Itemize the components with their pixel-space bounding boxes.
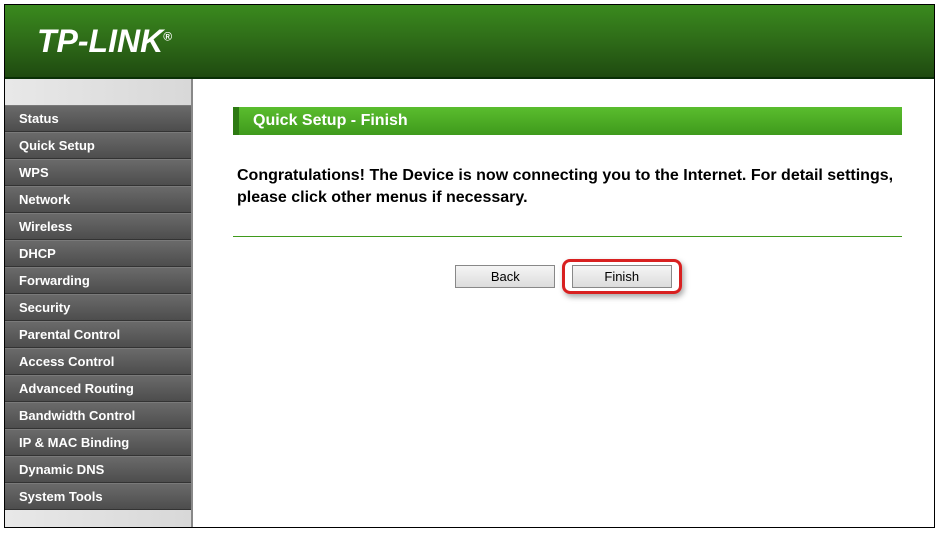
sidebar-item-wps[interactable]: WPS (5, 159, 191, 186)
sidebar-item-ip-mac-binding[interactable]: IP & MAC Binding (5, 429, 191, 456)
finish-highlight: Finish (562, 259, 682, 294)
congrats-message: Congratulations! The Device is now conne… (233, 159, 902, 230)
brand-logo: TP-LINK® (37, 23, 172, 60)
sidebar-item-network[interactable]: Network (5, 186, 191, 213)
sidebar-item-dhcp[interactable]: DHCP (5, 240, 191, 267)
sidebar-item-parental-control[interactable]: Parental Control (5, 321, 191, 348)
sidebar-item-system-tools[interactable]: System Tools (5, 483, 191, 510)
sidebar: Status Quick Setup WPS Network Wireless … (5, 79, 193, 527)
back-button[interactable]: Back (455, 265, 555, 288)
button-row: Back Finish (233, 259, 902, 294)
sidebar-item-quick-setup[interactable]: Quick Setup (5, 132, 191, 159)
sidebar-item-security[interactable]: Security (5, 294, 191, 321)
sidebar-item-advanced-routing[interactable]: Advanced Routing (5, 375, 191, 402)
page-title: Quick Setup - Finish (233, 107, 902, 135)
finish-button[interactable]: Finish (572, 265, 672, 288)
divider (233, 236, 902, 237)
sidebar-item-status[interactable]: Status (5, 105, 191, 132)
sidebar-item-bandwidth-control[interactable]: Bandwidth Control (5, 402, 191, 429)
header-bar: TP-LINK® (5, 5, 934, 79)
sidebar-item-forwarding[interactable]: Forwarding (5, 267, 191, 294)
main-content: Quick Setup - Finish Congratulations! Th… (193, 79, 934, 527)
sidebar-item-dynamic-dns[interactable]: Dynamic DNS (5, 456, 191, 483)
sidebar-item-access-control[interactable]: Access Control (5, 348, 191, 375)
sidebar-item-wireless[interactable]: Wireless (5, 213, 191, 240)
